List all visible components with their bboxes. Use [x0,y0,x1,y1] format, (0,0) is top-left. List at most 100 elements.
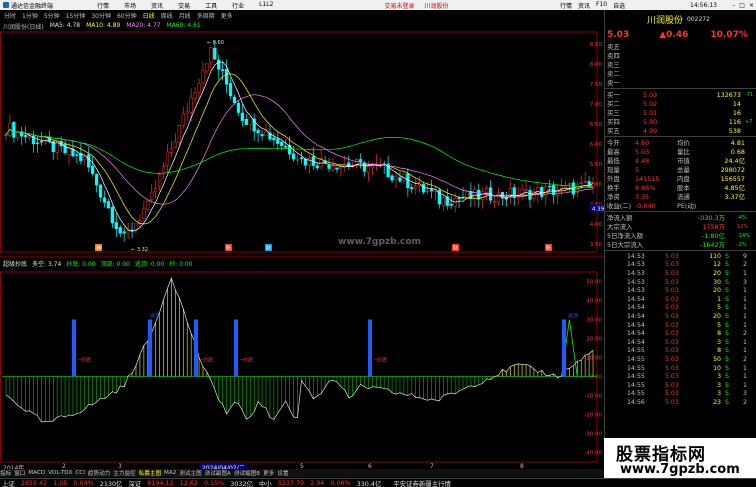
order-book-buy-row[interactable]: 买三 5.01 16 [605,108,756,118]
tick-count: 1 [743,373,747,381]
title-bar: 通达信金融终端 行情 市场 资讯 交易 工具 行业 L1L2 交易未登录 川润股… [0,0,756,10]
indicator-tick-label: 10.00 [586,356,602,362]
candle-body [185,110,189,114]
index-zx-label[interactable]: 中小 [259,479,272,487]
indicator-tab[interactable]: 趋势动力 [88,469,110,477]
indicator-tab[interactable]: CCI [75,470,84,476]
order-book-label: 买一 [607,91,620,99]
order-book-price: 5.02 [643,99,658,108]
close-icon[interactable]: × [749,2,754,9]
stat-value: 3.35 [635,192,650,201]
flow-value: 1758万 [702,223,725,231]
tick-time: 14:55 [627,364,645,372]
order-book-sell-row[interactable]: 卖四 [605,51,756,60]
tick-count: 1 [743,295,747,303]
indicator-tab[interactable]: 更多 [263,469,274,477]
indicator-tab[interactable]: 测试副图A [205,469,231,477]
indicator-tab[interactable]: 测试主图 [179,469,201,477]
indicator-name[interactable]: 超级抄底 [3,259,27,268]
indicator-tab[interactable]: 测试幅图B [234,469,260,477]
menu-industry[interactable]: 行业 [232,1,244,10]
period-1min[interactable]: 1分钟 [22,11,38,20]
candle-body [12,121,16,138]
order-book-buy-row[interactable]: 买一 5.03 132673 -71 [605,90,756,100]
menu-l1l2[interactable]: L1L2 [259,1,273,10]
order-book-buy-row[interactable]: 买四 5.00 116 +7 [605,117,756,127]
tick-side: S [725,269,729,277]
indicator-tab[interactable]: 设置 [277,469,288,477]
tick-count: 2 [743,355,747,363]
quote-stat-row: 今开 4.60 均价 4.81 [605,138,756,148]
candle-body [295,159,300,161]
candle-body [335,167,339,170]
trade-login-status[interactable]: 交易未登录 [384,1,414,10]
indicator-tab[interactable]: VOL-TDX [48,470,72,476]
tick-time: 14:54 [627,330,645,338]
candle-body [256,129,260,134]
period-intraday[interactable]: 分时 [4,11,16,20]
candle-body [567,183,572,185]
candle-body [71,148,75,157]
candle-body [83,156,87,160]
main-panel-border [0,31,598,253]
tick-volume: 20 [713,287,721,295]
tick-volume: 3 [717,338,721,346]
tick-volume: 12 [713,261,721,269]
menu-trade[interactable]: 交易 [178,1,190,10]
menu-quotes[interactable]: 行情 [97,1,109,10]
tick-side: S [725,381,729,389]
indicator-tab[interactable]: 私募主图 [139,469,161,477]
period-60min[interactable]: 60分钟 [117,11,137,20]
order-book-sell-row[interactable]: 卖一 [605,78,756,87]
indicator-tab[interactable]: MACD [28,470,45,476]
minimize-icon[interactable]: – [732,2,735,9]
candle-body [94,174,99,186]
menu-news[interactable]: 资讯 [151,1,163,10]
rmenu-f10[interactable]: F10 [596,1,607,10]
rmenu-quotes[interactable]: 行情 [560,1,572,10]
index-sz-label[interactable]: 深证 [128,479,141,487]
order-book-sell-row[interactable]: 卖二 [605,69,756,78]
indicator-tab[interactable]: 窗口 [14,469,25,477]
flow-pct: 12% [737,223,749,230]
tick-volume: 5 [717,304,721,312]
menu-market[interactable]: 市场 [124,1,136,10]
indicator-tab[interactable]: 指标 [0,469,11,477]
order-book-buy-row[interactable]: 买五 4.99 538 [605,126,756,136]
order-book-sell-row[interactable]: 卖五 [605,42,756,51]
rmenu-watchlist[interactable]: 自选 [613,1,625,10]
tick-side: S [725,373,729,381]
app-logo-icon [3,2,9,8]
stat-value: 5 [635,165,640,174]
indicator-tab[interactable]: 主力监控 [113,469,135,477]
period-monthly[interactable]: 月线 [179,11,191,20]
period-weekly[interactable]: 周线 [161,11,173,20]
order-book-buy-row[interactable]: 买二 5.02 14 [605,99,756,109]
tick-volume: 110 [709,252,721,260]
indicator-tick-label: -40.00 [584,451,602,457]
order-book-volume: 14 [732,99,741,108]
candle-body [331,166,335,170]
broker-name: 平安证券新疆主行情 [393,479,451,487]
menu-tools[interactable]: 工具 [205,1,217,10]
period-30min[interactable]: 30分钟 [91,11,111,20]
rmenu-news[interactable]: 资讯 [578,1,590,10]
event-marker-label: 财 [266,245,271,252]
candle-body [110,206,114,224]
separator [605,250,756,251]
candle-body [63,143,67,154]
period-15min[interactable]: 15分钟 [66,11,86,20]
order-book-sell-row[interactable]: 卖三 [605,60,756,69]
tick-side: S [725,278,729,286]
period-daily[interactable]: 日线 [143,11,155,20]
maximize-icon[interactable]: □ [739,2,745,9]
indicator-v1: 抄底: 0.00 [66,261,96,268]
index-sh-vol: 2130亿 [99,479,123,487]
kline-chart[interactable]: 8.508.007.507.006.506.005.505.004.504.00… [0,20,604,476]
period-more[interactable]: 更多 [221,11,233,20]
index-zx-pct: 0.06% [330,479,351,487]
period-multi[interactable]: 多周期 [197,11,215,20]
period-5min[interactable]: 5分钟 [44,11,60,20]
index-sh-label[interactable]: 上证 [2,479,15,487]
indicator-tab[interactable]: MA2 [164,470,176,476]
